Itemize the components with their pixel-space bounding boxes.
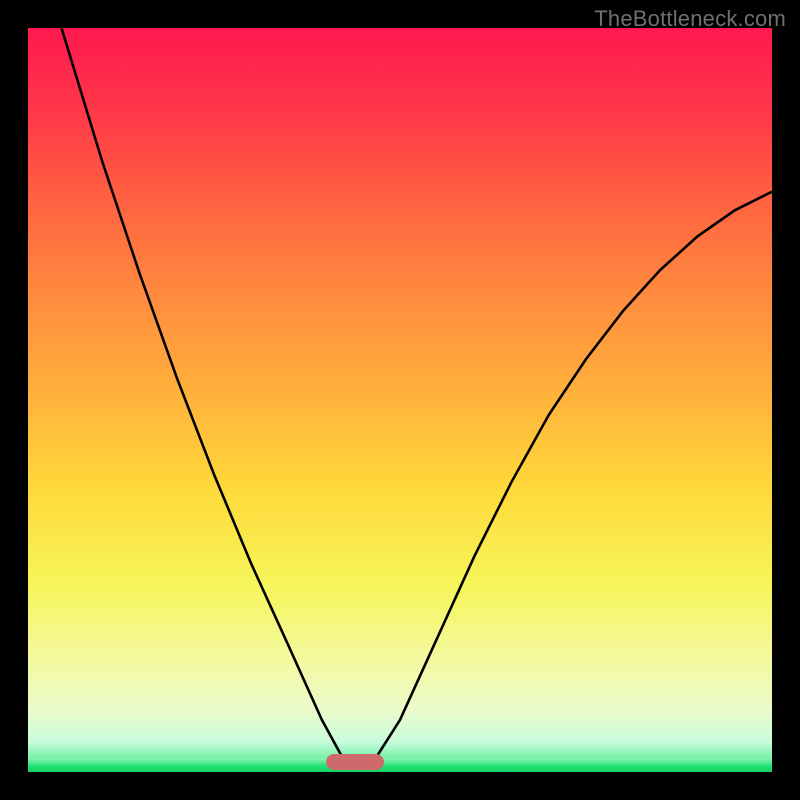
optimal-marker: [326, 754, 384, 770]
chart-curve-layer: [28, 28, 772, 772]
curve-left-branch: [62, 28, 345, 761]
curve-right-branch: [374, 192, 772, 761]
chart-frame: TheBottleneck.com: [0, 0, 800, 800]
watermark-text: TheBottleneck.com: [594, 6, 786, 32]
